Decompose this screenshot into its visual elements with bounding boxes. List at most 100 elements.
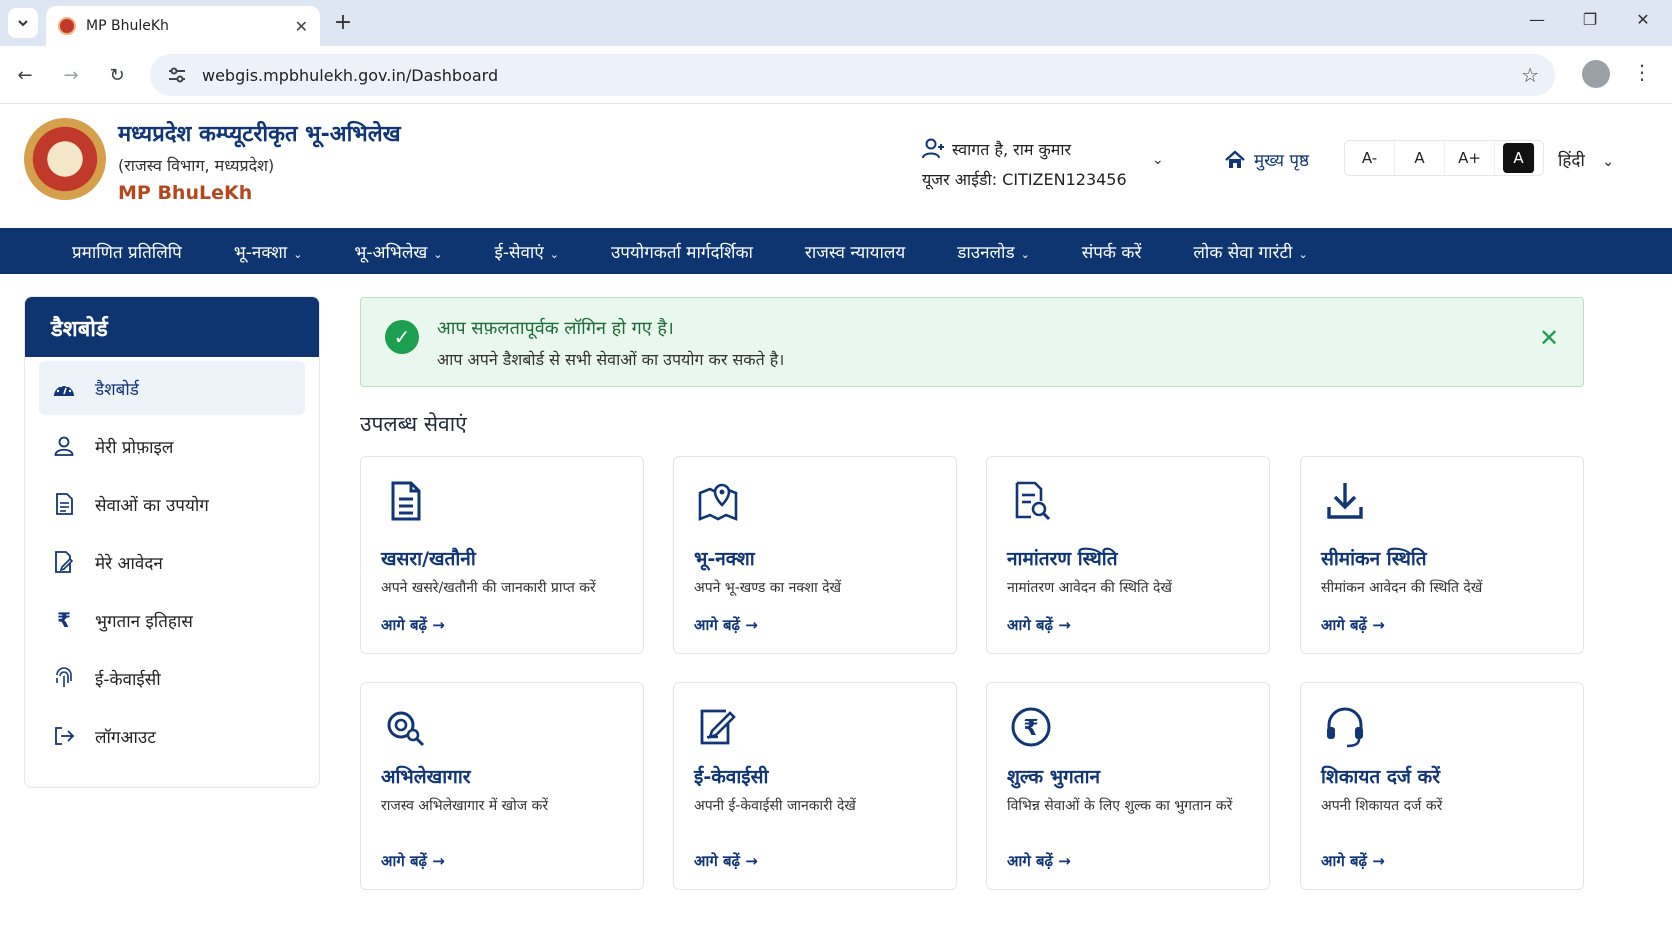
browser-menu-icon[interactable]: ⋮ [1632, 60, 1652, 84]
bookmark-star-icon[interactable]: ☆ [1521, 63, 1539, 87]
alert-close-icon[interactable]: ✕ [1539, 324, 1559, 352]
high-contrast-button[interactable]: A [1503, 143, 1535, 173]
card-proceed-link[interactable]: आगे बढ़ें → [694, 615, 758, 635]
language-select[interactable]: हिंदी ⌄ [1558, 148, 1614, 171]
window-close-icon[interactable]: ✕ [1628, 10, 1658, 29]
card-proceed-link[interactable]: आगे बढ़ें → [381, 615, 445, 635]
service-card-bhu-naksha[interactable]: भू-नक्शा अपने भू-खण्ड का नक्शा देखें आगे… [673, 456, 957, 654]
new-tab-icon[interactable]: + [330, 10, 356, 36]
sidebar-item-payment-history[interactable]: ₹ भुगतान इतिहास [39, 593, 305, 647]
minimize-icon[interactable]: — [1522, 10, 1552, 29]
brand-name: MP BhuLeKh [118, 182, 253, 204]
user-id-text: यूजर आईडी: CITIZEN123456 [922, 170, 1127, 189]
card-description: अपनी ई-केवाईसी जानकारी देखें [694, 798, 856, 814]
card-proceed-link[interactable]: आगे बढ़ें → [694, 851, 758, 871]
card-description: सीमांकन आवेदन की स्थिति देखें [1321, 580, 1483, 596]
nav-item-download[interactable]: डाउनलोड ⌄ [957, 240, 1082, 263]
card-title: नामांतरण स्थिति [1007, 548, 1118, 570]
alert-title: आप सफ़लतापूर्वक लॉगिन हो गए है। [437, 318, 674, 339]
card-description: राजस्व अभिलेखागार में खोज करें [381, 798, 549, 814]
sidebar-item-label: सेवाओं का उपयोग [95, 495, 209, 516]
card-proceed-link[interactable]: आगे बढ़ें → [1321, 851, 1385, 871]
favicon-icon [58, 17, 76, 35]
nav-item-certified-copy[interactable]: प्रमाणित प्रतिलिपि [72, 240, 234, 263]
site-subtitle: (राजस्व विभाग, मध्यप्रदेश) [118, 156, 275, 175]
nav-item-public-service-guarantee[interactable]: लोक सेवा गारंटी ⌄ [1193, 240, 1359, 263]
card-proceed-link[interactable]: आगे बढ़ें → [1007, 851, 1071, 871]
alert-text: आप अपने डैशबोर्ड से सभी सेवाओं का उपयोग … [437, 350, 785, 369]
nav-item-contact[interactable]: संपर्क करें [1082, 240, 1194, 263]
browser-profile-avatar[interactable] [1582, 60, 1610, 88]
service-card-complaint[interactable]: शिकायत दर्ज करें अपनी शिकायत दर्ज करें आ… [1300, 682, 1584, 890]
sidebar-item-label: भुगतान इतिहास [95, 611, 193, 632]
browser-tab-bar: MP BhuleKh ✕ + — ❐ ✕ [0, 0, 1672, 46]
card-description: नामांतरण आवेदन की स्थिति देखें [1007, 580, 1172, 596]
home-link[interactable]: मुख्य पृष्ठ [1224, 148, 1309, 171]
card-proceed-link[interactable]: आगे बढ़ें → [1007, 615, 1071, 635]
nav-item-bhu-abhilekh[interactable]: भू-अभिलेख ⌄ [354, 240, 494, 263]
sidebar-item-logout[interactable]: लॉगआउट [39, 709, 305, 763]
card-title: अभिलेखागार [381, 766, 471, 788]
chevron-down-icon: ⌄ [1298, 247, 1308, 261]
card-description: अपने भू-खण्ड का नक्शा देखें [694, 580, 842, 596]
reload-icon[interactable]: ↻ [102, 60, 132, 90]
user-icon [53, 435, 75, 457]
font-decrease-button[interactable]: A- [1345, 141, 1395, 175]
download-icon [1327, 483, 1363, 519]
edit-icon [700, 709, 736, 745]
sidebar-item-ekyc[interactable]: ई-केवाईसी [39, 651, 305, 705]
site-header: मध्यप्रदेश कम्प्यूटरीकृत भू-अभिलेख (राजस… [0, 104, 1672, 228]
back-icon[interactable]: ← [10, 60, 40, 90]
nav-item-user-guide[interactable]: उपयोगकर्ता मार्गदर्शिका [611, 240, 805, 263]
service-card-mutation-status[interactable]: नामांतरण स्थिति नामांतरण आवेदन की स्थिति… [986, 456, 1270, 654]
card-description: विभिन्न सेवाओं के लिए शुल्क का भुगतान कर… [1007, 798, 1233, 814]
edit-document-icon [53, 551, 75, 573]
sidebar-item-services-usage[interactable]: सेवाओं का उपयोग [39, 477, 305, 531]
home-link-label: मुख्य पृष्ठ [1254, 151, 1310, 171]
fingerprint-icon [53, 667, 75, 689]
svg-text:₹: ₹ [1023, 716, 1038, 741]
tab-close-icon[interactable]: ✕ [295, 17, 308, 36]
sidebar-item-profile[interactable]: मेरी प्रोफ़ाइल [39, 419, 305, 473]
document-icon [53, 493, 75, 515]
nav-item-revenue-court[interactable]: राजस्व न्यायालय [805, 240, 957, 263]
sidebar-item-label: मेरे आवेदन [95, 553, 163, 574]
sidebar-item-label: लॉगआउट [95, 727, 156, 748]
check-circle-icon: ✓ [385, 320, 419, 354]
forward-icon[interactable]: → [56, 60, 86, 90]
restore-icon[interactable]: ❐ [1575, 10, 1605, 29]
document-icon [391, 481, 421, 521]
site-settings-icon[interactable] [166, 64, 188, 86]
font-normal-button[interactable]: A [1395, 141, 1445, 175]
user-add-icon [922, 138, 944, 159]
address-bar[interactable]: webgis.mpbhulekh.gov.in/Dashboard ☆ [150, 54, 1555, 96]
service-card-fee-payment[interactable]: ₹ शुल्क भुगतान विभिन्न सेवाओं के लिए शुल… [986, 682, 1270, 890]
dashboard-icon [53, 377, 75, 399]
service-card-khasra[interactable]: खसरा/खतौनी अपने खसरे/खतौनी की जानकारी प्… [360, 456, 644, 654]
sidebar-item-label: ई-केवाईसी [95, 669, 161, 690]
service-card-demarcation-status[interactable]: सीमांकन स्थिति सीमांकन आवेदन की स्थिति द… [1300, 456, 1584, 654]
tab-list-icon[interactable] [8, 8, 38, 38]
card-title: भू-नक्शा [694, 548, 755, 570]
service-card-archive[interactable]: अभिलेखागार राजस्व अभिलेखागार में खोज करे… [360, 682, 644, 890]
card-proceed-link[interactable]: आगे बढ़ें → [381, 851, 445, 871]
service-card-ekyc[interactable]: ई-केवाईसी अपनी ई-केवाईसी जानकारी देखें आ… [673, 682, 957, 890]
browser-tab[interactable]: MP BhuleKh ✕ [46, 6, 320, 46]
nav-item-bhu-naksha[interactable]: भू-नक्शा ⌄ [234, 240, 355, 263]
sidebar: डैशबोर्ड डैशबोर्ड मेरी प्रोफ़ाइल सेवाओं … [24, 296, 320, 788]
language-label: हिंदी [1558, 151, 1585, 171]
site-title: मध्यप्रदेश कम्प्यूटरीकृत भू-अभिलेख [118, 122, 401, 147]
font-increase-button[interactable]: A+ [1445, 141, 1495, 175]
welcome-text: स्वागत है, राम कुमार [952, 140, 1072, 159]
nav-item-e-services[interactable]: ई-सेवाएं ⌄ [495, 240, 611, 263]
sidebar-item-dashboard[interactable]: डैशबोर्ड [39, 361, 305, 415]
card-title: शिकायत दर्ज करें [1321, 766, 1440, 788]
sidebar-item-my-applications[interactable]: मेरे आवेदन [39, 535, 305, 589]
headset-icon [1327, 707, 1363, 748]
sidebar-item-label: डैशबोर्ड [95, 379, 139, 400]
card-proceed-link[interactable]: आगे बढ़ें → [1321, 615, 1385, 635]
user-menu-chevron-icon[interactable]: ⌄ [1152, 152, 1164, 168]
home-icon [1225, 149, 1245, 168]
chevron-down-icon: ⌄ [433, 247, 443, 261]
url-text: webgis.mpbhulekh.gov.in/Dashboard [202, 65, 499, 85]
